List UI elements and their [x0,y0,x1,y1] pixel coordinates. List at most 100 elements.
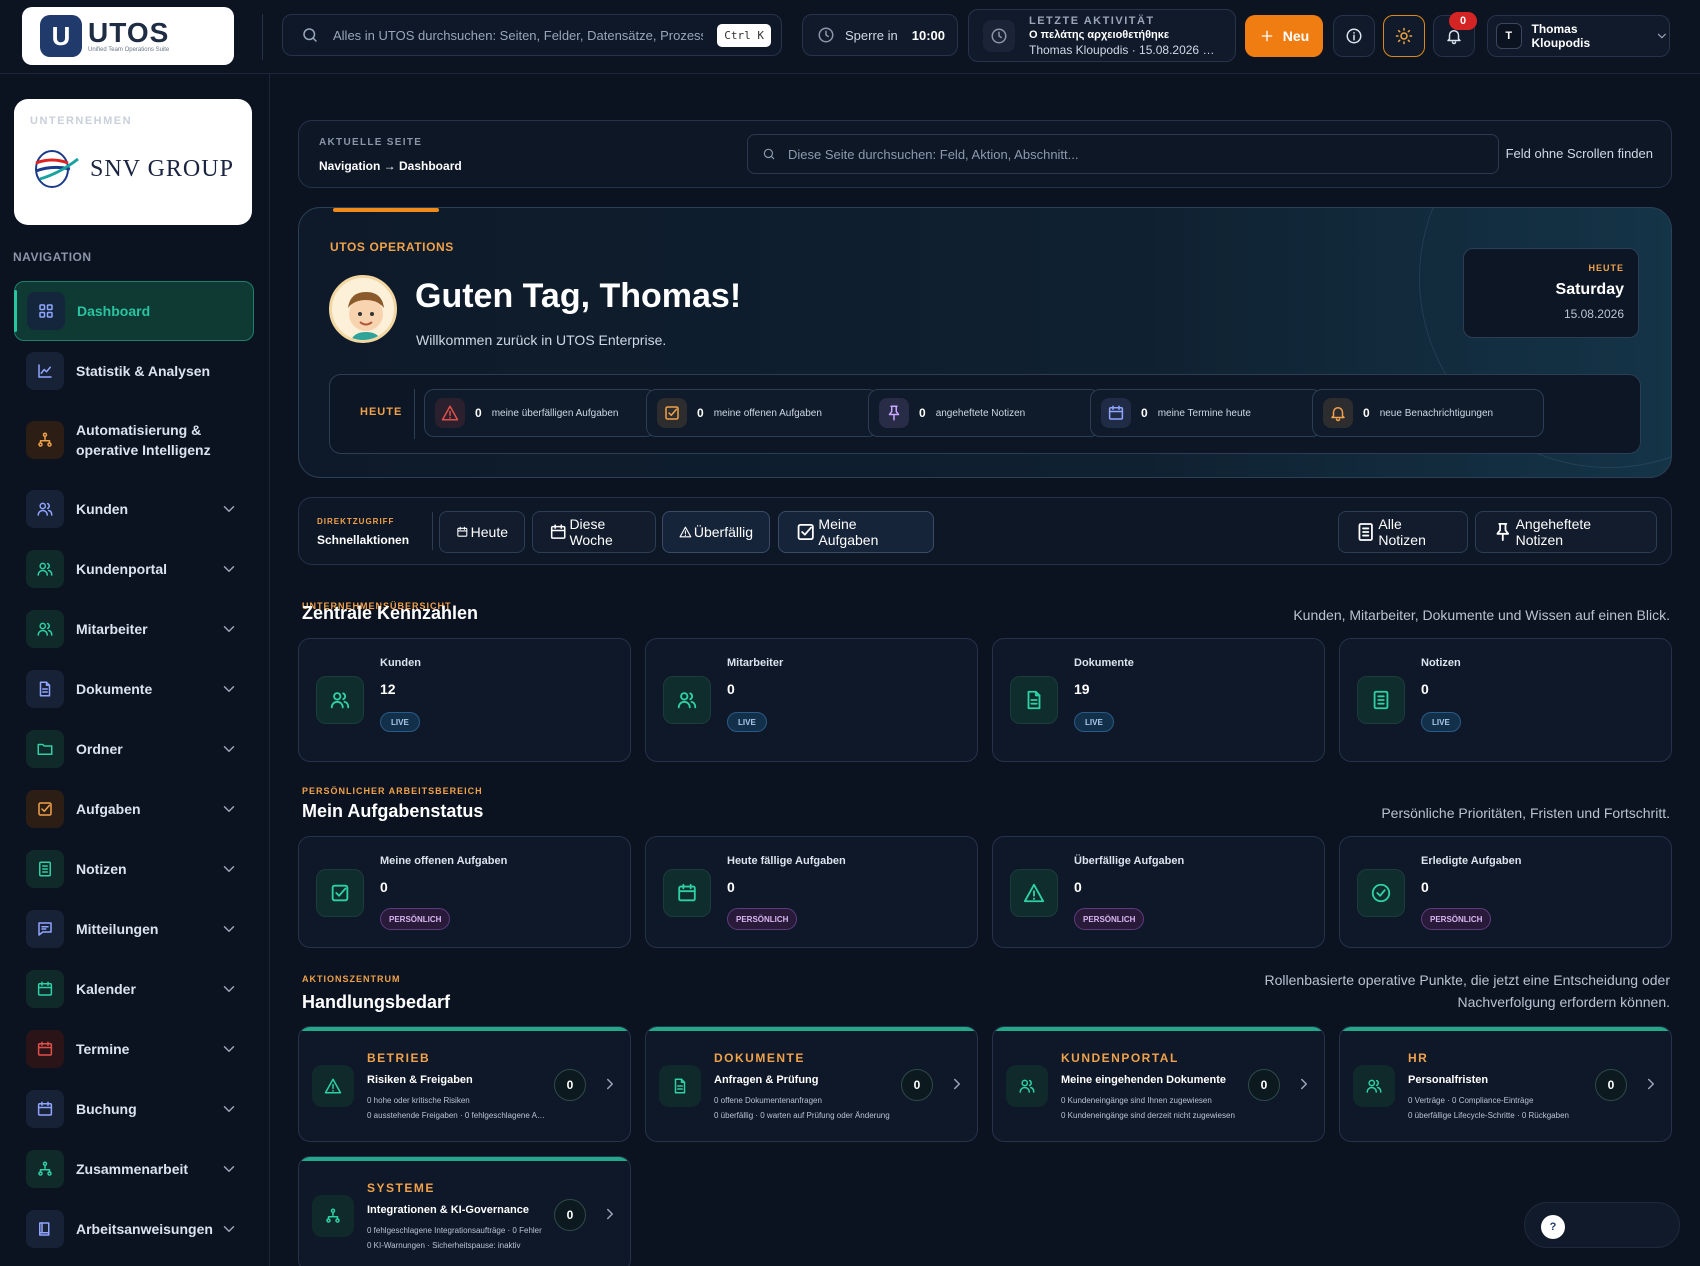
chevron-right-icon[interactable] [1295,1075,1313,1093]
sidebar-item-label: Kunden [76,501,129,517]
sidebar-item-kundenportal[interactable]: Kundenportal [14,539,254,599]
sidebar-item-label: Mitteilungen [76,921,159,937]
today-stat[interactable]: 0 meine überfälligen Aufgaben [424,389,656,437]
sidebar-item-kunden[interactable]: Kunden [14,479,254,539]
sidebar-item-mitteilungen[interactable]: Mitteilungen [14,899,254,959]
calendar-icon [26,1030,64,1068]
chevron-down-icon [220,1040,238,1058]
chevron-down-icon[interactable] [220,920,238,938]
action-card-line: 0 Verträge · 0 Compliance-Einträge [1408,1096,1534,1105]
chevron-down-icon[interactable] [220,860,238,878]
action-card-betrieb[interactable]: BETRIEB Risiken & Freigaben 0 hohe oder … [298,1026,631,1142]
info-button[interactable] [1333,15,1375,57]
quick-button-meine-aufgaben[interactable]: Meine Aufgaben [778,511,934,553]
session-lock-timer[interactable]: Sperre in 10:00 [802,14,958,56]
quick-button-diese-woche[interactable]: Diese Woche [532,511,656,553]
tasks-card[interactable]: Heute fällige Aufgaben 0 PERSÖNLICH [645,836,978,948]
sidebar-item-mitarbeiter[interactable]: Mitarbeiter [14,599,254,659]
kpi-card[interactable]: Dokumente 19 LIVE [992,638,1325,762]
workflow-icon [312,1195,354,1237]
chevron-down-icon[interactable] [220,680,238,698]
sidebar-item-label: Statistik & Analysen [76,363,211,379]
today-stat[interactable]: 0 meine Termine heute [1090,389,1322,437]
chevron-down-icon [220,740,238,758]
today-stat-value: 0 [697,406,704,420]
page-search-input[interactable]: Diese Seite durchsuchen: Feld, Aktion, A… [747,134,1499,174]
chevron-down-icon[interactable] [220,620,238,638]
sidebar-item-termine[interactable]: Termine [14,1019,254,1079]
action-card-line: 0 KI-Warnungen · Sicherheitspause: inakt… [367,1241,521,1250]
tasks-card[interactable]: Meine offenen Aufgaben 0 PERSÖNLICH [298,836,631,948]
company-label: UNTERNEHMEN [30,115,133,127]
today-stat[interactable]: 0 neue Benachrichtigungen [1312,389,1544,437]
chevron-down-icon[interactable] [220,980,238,998]
card-tag: LIVE [727,712,767,732]
chevron-right-icon[interactable] [601,1205,619,1223]
chevron-down-icon[interactable] [220,1040,238,1058]
card-label: Mitarbeiter [727,657,784,669]
sidebar-item-statistik-analysen[interactable]: Statistik & Analysen [14,341,254,401]
sidebar-item-dashboard[interactable]: Dashboard [14,281,254,341]
kpi-title: Zentrale Kennzahlen [302,603,479,623]
global-search-input[interactable]: Alles in UTOS durchsuchen: Seiten, Felde… [282,14,782,56]
date-value: 15.08.2026 [1563,307,1624,321]
theme-toggle-button[interactable] [1383,15,1425,57]
chevron-right-icon[interactable] [1642,1075,1660,1093]
utos-logo[interactable]: U UTOS Unified Team Operations Suite [22,7,234,65]
sidebar-item-buchung[interactable]: Buchung [14,1079,254,1139]
quick-button-label: Meine Aufgaben [818,516,879,548]
quick-button-überfällig[interactable]: Überfällig [662,511,770,553]
chevron-down-icon[interactable] [220,1220,238,1238]
quick-button-heute[interactable]: Heute [439,511,525,553]
sidebar-item-automatisierung-operative-intelligenz[interactable]: Automatisierung & operative Intelligenz [14,401,254,479]
sidebar-item-aufgaben[interactable]: Aufgaben [14,779,254,839]
checkbox-icon [795,521,816,543]
company-card[interactable]: UNTERNEHMEN SNV GROUP [14,99,252,225]
kpi-card[interactable]: Notizen 0 LIVE [1339,638,1672,762]
help-widget[interactable]: ? [1524,1202,1680,1248]
quick-kicker: DIREKTZUGRIFF [317,517,395,526]
sidebar-item-notizen[interactable]: Notizen [14,839,254,899]
find-field-link[interactable]: Feld ohne Scrollen finden [1506,146,1653,161]
today-stat[interactable]: 0 meine offenen Aufgaben [646,389,878,437]
chevron-down-icon[interactable] [220,500,238,518]
card-value: 0 [1421,879,1429,895]
sidebar: UNTERNEHMEN SNV GROUP NAVIGATION Dashboa… [0,74,270,1266]
chevron-down-icon[interactable] [220,740,238,758]
action-card-kicker: KUNDENPORTAL [1061,1051,1179,1065]
sidebar-item-dokumente[interactable]: Dokumente [14,659,254,719]
action-card-systeme[interactable]: SYSTEME Integrationen & KI-Governance 0 … [298,1156,631,1266]
chevron-right-icon[interactable] [948,1075,966,1093]
chevron-down-icon[interactable] [220,1100,238,1118]
kpi-description: Kunden, Mitarbeiter, Dokumente und Wisse… [1293,607,1670,623]
chevron-down-icon[interactable] [220,800,238,818]
sidebar-item-arbeitsanweisungen[interactable]: Arbeitsanweisungen [14,1199,254,1259]
action-card-dokumente[interactable]: DOKUMENTE Anfragen & Prüfung 0 offene Do… [645,1026,978,1142]
last-activity-widget[interactable]: LETZTE AKTIVITÄT Ο πελάτης αρχειοθετήθηκ… [968,9,1236,62]
chevron-right-icon[interactable] [601,1075,619,1093]
quick-button-angeheftete-notizen[interactable]: Angeheftete Notizen [1475,511,1657,553]
chevron-down-icon[interactable] [220,1160,238,1178]
sidebar-item-zusammenarbeit[interactable]: Zusammenarbeit [14,1139,254,1199]
chevron-down-icon[interactable] [220,560,238,578]
action-card-hr[interactable]: HR Personalfristen 0 Verträge · 0 Compli… [1339,1026,1672,1142]
today-stat[interactable]: 0 angeheftete Notizen [868,389,1100,437]
kpi-card[interactable]: Kunden 12 LIVE [298,638,631,762]
tasks-card[interactable]: Überfällige Aufgaben 0 PERSÖNLICH [992,836,1325,948]
sidebar-item-ordner[interactable]: Ordner [14,719,254,779]
tasks-card[interactable]: Erledigte Aufgaben 0 PERSÖNLICH [1339,836,1672,948]
new-button[interactable]: Neu [1245,15,1323,57]
kpi-card[interactable]: Mitarbeiter 0 LIVE [645,638,978,762]
sidebar-item-kalender[interactable]: Kalender [14,959,254,1019]
users-icon [36,560,54,578]
quick-button-alle-notizen[interactable]: Alle Notizen [1338,511,1468,553]
action-card-line: 0 überfällige Lifecycle-Schritte · 0 Rüc… [1408,1111,1569,1120]
utos-logo-mark: U [40,15,82,57]
user-menu[interactable]: T Thomas Kloupodis [1487,15,1670,57]
quick-button-label: Heute [470,524,508,540]
users-icon [26,550,64,588]
help-icon[interactable]: ? [1541,1215,1565,1239]
action-card-kundenportal[interactable]: KUNDENPORTAL Meine eingehenden Dokumente… [992,1026,1325,1142]
current-page-bar: AKTUELLE SEITE Navigation → Dashboard Di… [298,120,1672,188]
warning-icon [312,1065,354,1107]
